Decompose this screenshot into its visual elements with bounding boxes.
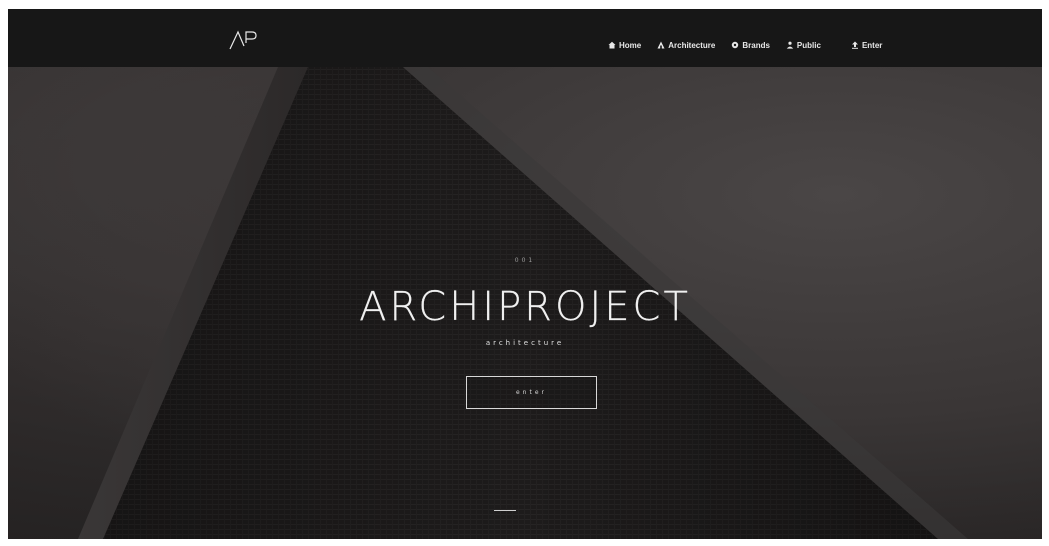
hero-eyebrow: 001 [514, 257, 536, 264]
enter-button[interactable]: enter [466, 376, 597, 409]
page-frame: Home Architecture Brands Public Enter 00… [8, 9, 1042, 539]
hero-subtitle: architecture [485, 339, 565, 347]
hero-title: ARCHIPROJECT [359, 284, 691, 330]
hero-section: 001 ARCHIPROJECT architecture enter [8, 9, 1042, 539]
scroll-indicator[interactable] [494, 510, 516, 511]
